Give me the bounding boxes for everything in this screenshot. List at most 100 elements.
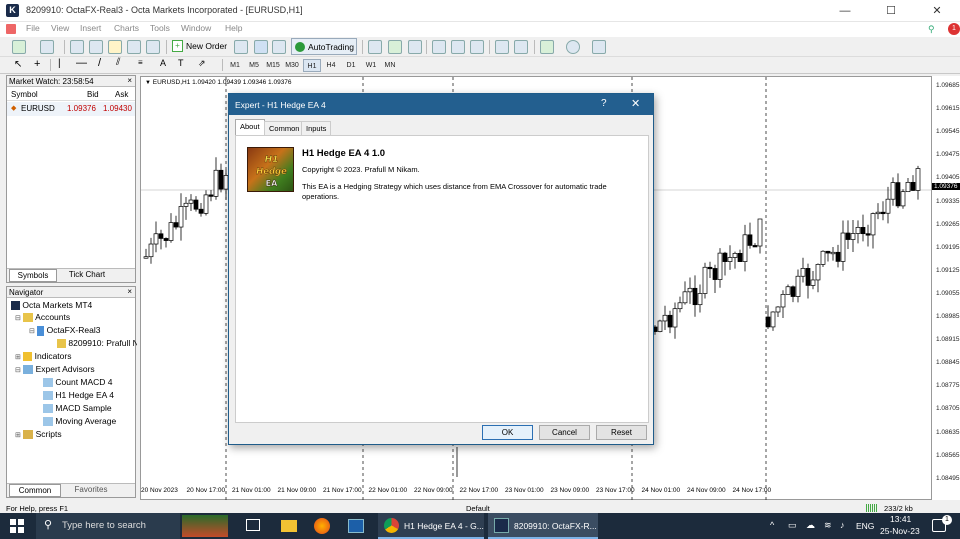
timeframe-h1[interactable]: H1: [303, 59, 321, 72]
column-ask[interactable]: Ask: [115, 90, 128, 99]
file-explorer-icon[interactable]: [281, 520, 297, 532]
tab-inputs[interactable]: Inputs: [301, 121, 332, 135]
autotrading-button[interactable]: AutoTrading: [291, 38, 357, 55]
timeframe-m1[interactable]: M1: [226, 59, 244, 72]
taskbar-app-mt4[interactable]: 8209910: OctaFX-R...: [488, 513, 598, 539]
zoom-in-icon[interactable]: [432, 40, 446, 54]
minimize-button[interactable]: —: [822, 0, 868, 22]
tab-tick-chart[interactable]: Tick Chart: [61, 270, 113, 279]
close-icon[interactable]: ×: [127, 287, 132, 296]
expand-icon[interactable]: ⊞: [15, 432, 21, 439]
tab-common[interactable]: Common: [9, 484, 61, 497]
strategy-tester-icon[interactable]: [146, 40, 160, 54]
firefox-icon[interactable]: [314, 518, 330, 534]
tab-symbols[interactable]: Symbols: [9, 269, 57, 282]
terminal-icon[interactable]: [127, 40, 141, 54]
menu-file[interactable]: File: [26, 23, 40, 33]
signals-icon[interactable]: [254, 40, 268, 54]
menu-view[interactable]: View: [51, 23, 69, 33]
horizontal-line-icon[interactable]: —: [76, 57, 87, 69]
candlestick-icon[interactable]: [388, 40, 402, 54]
terminal-app-icon[interactable]: [348, 519, 364, 533]
help-button[interactable]: ?: [601, 98, 607, 109]
periods-icon[interactable]: [566, 40, 580, 54]
notification-icon[interactable]: 1: [948, 23, 960, 35]
nav-item-ea[interactable]: Moving Average: [43, 415, 116, 428]
maximize-button[interactable]: ☐: [868, 0, 914, 22]
templates-icon[interactable]: [592, 40, 606, 54]
chart-menu-icon[interactable]: [6, 24, 16, 34]
column-bid[interactable]: Bid: [87, 90, 99, 99]
tab-favorites[interactable]: Favorites: [65, 485, 117, 494]
taskbar-app-chrome[interactable]: H1 Hedge EA 4 - G...: [378, 513, 484, 539]
weather-widget-icon[interactable]: [182, 515, 228, 537]
text-label-icon[interactable]: T: [178, 58, 184, 68]
nav-item-ea[interactable]: MACD Sample: [43, 402, 112, 415]
arrows-icon[interactable]: ⇗: [198, 58, 206, 69]
autoscroll-icon[interactable]: [495, 40, 509, 54]
close-icon[interactable]: ×: [127, 76, 132, 85]
timeframe-m5[interactable]: M5: [245, 59, 263, 72]
close-window-button[interactable]: ✕: [914, 0, 960, 22]
cancel-button[interactable]: Cancel: [539, 425, 590, 440]
new-order-button[interactable]: + New Order: [172, 39, 228, 54]
search-icon[interactable]: ⚲: [928, 24, 935, 35]
nav-item-scripts[interactable]: ⊞ Scripts: [15, 428, 62, 441]
reset-button[interactable]: Reset: [596, 425, 647, 440]
market-watch-icon[interactable]: [70, 40, 84, 54]
menu-window[interactable]: Window: [181, 23, 211, 33]
fibonacci-icon[interactable]: ≡: [138, 58, 143, 67]
timeframe-m30[interactable]: M30: [283, 59, 301, 72]
cursor-icon[interactable]: ↖: [14, 59, 22, 70]
bar-chart-icon[interactable]: [368, 40, 382, 54]
nav-item-accounts[interactable]: ⊟ Accounts: [15, 311, 70, 324]
task-view-icon[interactable]: [246, 519, 260, 531]
nav-item-ea[interactable]: H1 Hedge EA 4: [43, 389, 114, 402]
expand-icon[interactable]: ⊞: [15, 354, 21, 361]
nav-item-ea[interactable]: Count MACD 4: [43, 376, 113, 389]
timeframe-m15[interactable]: M15: [264, 59, 282, 72]
chevron-up-icon[interactable]: ^: [770, 520, 774, 530]
menu-tools[interactable]: Tools: [150, 23, 170, 33]
chart-shift-icon[interactable]: [514, 40, 528, 54]
data-window-icon[interactable]: [89, 40, 103, 54]
taskbar-search-box[interactable]: ⚲ Type here to search: [36, 513, 180, 539]
metaeditor-icon[interactable]: [234, 40, 248, 54]
wifi-icon[interactable]: ≋: [824, 520, 832, 531]
windows-start-icon[interactable]: [10, 519, 24, 533]
ok-button[interactable]: OK: [482, 425, 533, 440]
crosshair-icon[interactable]: +: [34, 58, 40, 70]
profiles-icon[interactable]: [40, 40, 54, 54]
nav-item-account[interactable]: 8209910: Prafull N: [57, 337, 137, 350]
indicators-icon[interactable]: [540, 40, 554, 54]
nav-item-expert-advisors[interactable]: ⊟ Expert Advisors: [15, 363, 95, 376]
collapse-icon[interactable]: ⊟: [15, 315, 21, 322]
options-icon[interactable]: [272, 40, 286, 54]
navigator-icon[interactable]: [108, 40, 122, 54]
zoom-out-icon[interactable]: [451, 40, 465, 54]
tile-windows-icon[interactable]: [470, 40, 484, 54]
volume-icon[interactable]: ♪: [840, 520, 845, 530]
line-chart-icon[interactable]: [408, 40, 422, 54]
dialog-close-button[interactable]: ✕: [631, 97, 640, 110]
new-chart-icon[interactable]: [12, 40, 26, 54]
trendline-icon[interactable]: /: [98, 57, 101, 69]
timeframe-mn[interactable]: MN: [381, 59, 399, 72]
language-indicator[interactable]: ENG: [856, 521, 874, 531]
timeframe-d1[interactable]: D1: [342, 59, 360, 72]
collapse-icon[interactable]: ⊟: [29, 328, 35, 335]
market-watch-row[interactable]: ◆ EURUSD 1.09376 1.09430: [7, 102, 135, 116]
text-icon[interactable]: A: [160, 58, 166, 68]
nav-item-server[interactable]: ⊟ OctaFX-Real3: [29, 324, 100, 337]
menu-insert[interactable]: Insert: [80, 23, 101, 33]
cloud-icon[interactable]: ☁: [806, 520, 815, 531]
vertical-line-icon[interactable]: |: [58, 58, 61, 69]
column-symbol[interactable]: Symbol: [11, 90, 38, 99]
network-icon[interactable]: ▭: [788, 520, 797, 531]
timeframe-h4[interactable]: H4: [322, 59, 340, 72]
timeframe-w1[interactable]: W1: [362, 59, 380, 72]
collapse-icon[interactable]: ⊟: [15, 367, 21, 374]
tab-about[interactable]: About: [235, 119, 265, 135]
menu-charts[interactable]: Charts: [114, 23, 139, 33]
tab-common[interactable]: Common: [264, 121, 305, 135]
